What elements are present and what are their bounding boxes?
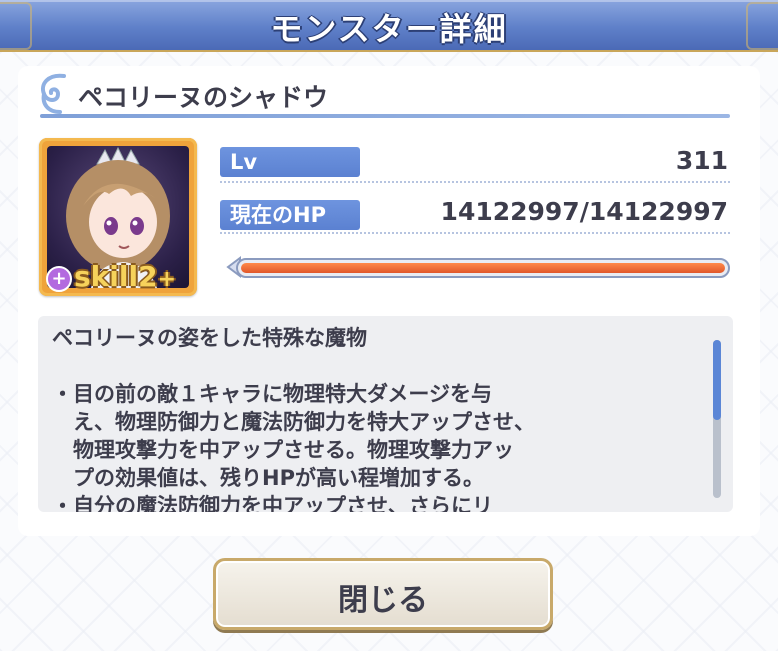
hp-bar-fill bbox=[241, 263, 725, 273]
hp-value: 14122997/14122997 bbox=[440, 197, 728, 226]
level-label: Lv bbox=[220, 147, 360, 177]
monster-name: ペコリーヌのシャドウ bbox=[78, 83, 329, 112]
hp-bar bbox=[236, 258, 730, 278]
skill-level-badge: + skill2+ bbox=[46, 260, 196, 294]
skill-label: skill2+ bbox=[74, 260, 176, 293]
close-button-label: 閉じる bbox=[338, 583, 428, 618]
dialog-title-bar: モンスター詳細 bbox=[0, 0, 778, 52]
dialog-title: モンスター詳細 bbox=[270, 10, 508, 48]
level-row-divider bbox=[220, 181, 730, 183]
description-box[interactable]: ペコリーヌの姿をした特殊な魔物 ・目の前の敵１キャラに物理特大ダメージを与 え、… bbox=[38, 316, 733, 512]
hp-label: 現在のHP bbox=[220, 200, 360, 230]
plus-icon: + bbox=[46, 266, 72, 292]
swirl-ornament-icon bbox=[41, 73, 66, 114]
level-value: 311 bbox=[675, 146, 728, 175]
name-underline-divider bbox=[40, 114, 730, 118]
description-scrollbar[interactable] bbox=[713, 340, 721, 498]
scrollbar-thumb[interactable] bbox=[713, 340, 721, 420]
description-text: ペコリーヌの姿をした特殊な魔物 ・目の前の敵１キャラに物理特大ダメージを与 え、… bbox=[52, 326, 535, 512]
hp-row-divider bbox=[220, 232, 730, 234]
close-button[interactable]: 閉じる bbox=[213, 558, 553, 630]
